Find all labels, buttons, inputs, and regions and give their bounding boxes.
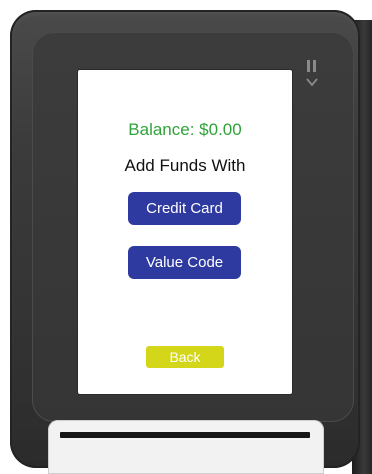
kiosk-screen: Balance: $0.00 Add Funds With Credit Car… <box>78 70 292 394</box>
value-code-button[interactable]: Value Code <box>128 246 241 279</box>
balance-label: Balance: $0.00 <box>128 120 242 139</box>
kiosk-photo: Balance: $0.00 Add Funds With Credit Car… <box>0 0 372 474</box>
card-slot <box>60 432 310 438</box>
add-funds-heading: Add Funds With <box>124 156 246 175</box>
back-button[interactable]: Back <box>146 346 224 368</box>
status-indicator <box>305 60 319 96</box>
credit-card-button[interactable]: Credit Card <box>128 192 241 225</box>
card-slot-frame <box>48 420 324 474</box>
chevron-down-icon <box>306 78 318 87</box>
pause-bars-icon <box>307 60 317 72</box>
